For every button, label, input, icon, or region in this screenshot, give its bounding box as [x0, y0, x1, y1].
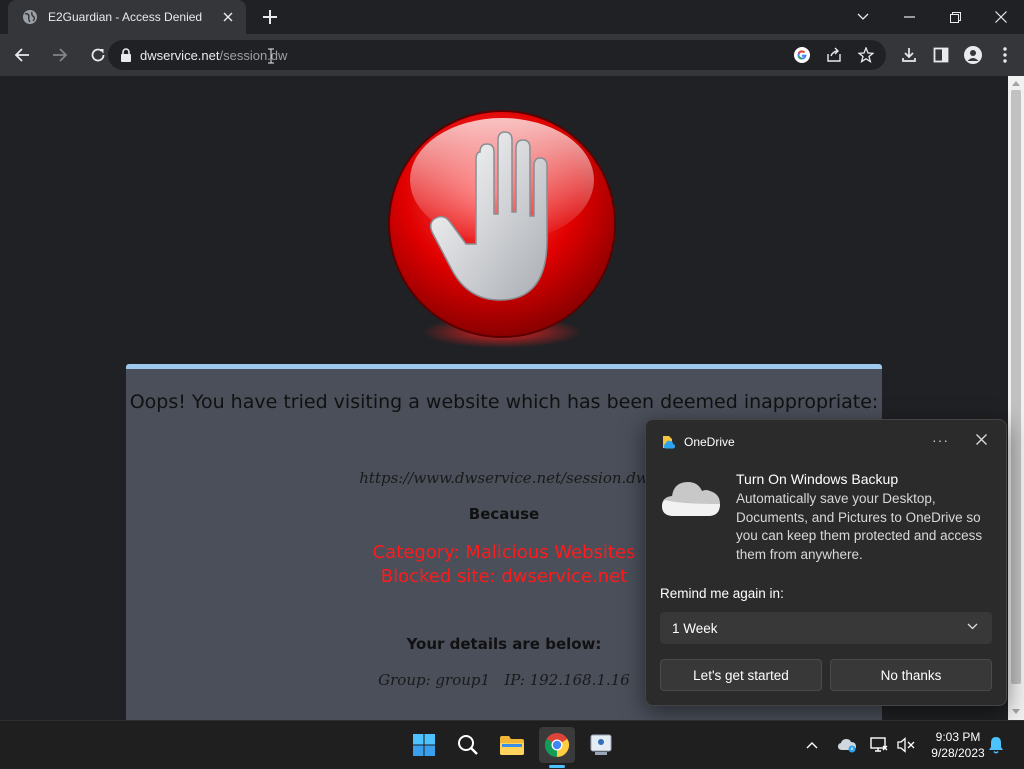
volume-muted-icon[interactable]: [894, 737, 918, 753]
download-icon[interactable]: [896, 39, 922, 71]
remote-desktop-button[interactable]: [583, 727, 619, 763]
tab-close-icon[interactable]: [220, 9, 236, 25]
onedrive-notification: OneDrive ··· Turn On Windows Backup Auto…: [645, 419, 1007, 706]
chrome-icon: [544, 733, 570, 757]
tab-search-button[interactable]: [840, 0, 886, 34]
bookmark-star-icon[interactable]: [856, 45, 876, 65]
back-button[interactable]: [6, 39, 38, 71]
get-started-button[interactable]: Let's get started: [660, 659, 822, 691]
notification-app-name: OneDrive: [684, 435, 735, 449]
no-thanks-button[interactable]: No thanks: [830, 659, 992, 691]
side-panel-icon[interactable]: [928, 39, 954, 71]
tab-title: E2Guardian - Access Denied: [48, 10, 203, 24]
forward-button[interactable]: [44, 39, 76, 71]
search-button[interactable]: [450, 727, 486, 763]
scroll-down-arrow-icon[interactable]: [1012, 709, 1020, 714]
folder-icon: [500, 736, 524, 755]
chevron-up-icon: [806, 742, 818, 749]
notification-title: Turn On Windows Backup: [736, 471, 899, 487]
remind-label: Remind me again in:: [660, 586, 784, 601]
close-icon: [975, 433, 987, 445]
notification-more-options[interactable]: ···: [932, 432, 949, 448]
close-icon: [995, 11, 1007, 23]
arrow-right-icon: [53, 48, 68, 62]
notification-app-header: OneDrive: [660, 434, 735, 450]
show-hidden-icons-button[interactable]: [800, 741, 824, 749]
system-tray: [800, 721, 918, 769]
restore-icon: [949, 11, 961, 23]
clock-time: 9:03 PM: [935, 730, 981, 744]
cloud-icon: [662, 482, 720, 516]
address-bar[interactable]: dwservice.net/session.dw: [108, 40, 886, 70]
system-clock[interactable]: 9:03 PM 9/28/2023: [920, 729, 996, 761]
profile-avatar-icon[interactable]: [960, 39, 986, 71]
notification-body: Automatically save your Desktop, Documen…: [736, 491, 983, 562]
search-icon: [458, 735, 478, 755]
reload-icon: [91, 48, 105, 62]
scroll-up-arrow-icon[interactable]: [1012, 81, 1020, 86]
url-path: /session.dw: [219, 47, 288, 63]
remind-interval-value: 1 Week: [672, 620, 718, 636]
minimize-icon: [903, 16, 915, 18]
chrome-taskbar-button[interactable]: [539, 727, 575, 763]
google-lens-icon[interactable]: [792, 45, 812, 65]
new-tab-button[interactable]: [258, 5, 282, 29]
onedrive-tray-icon[interactable]: [832, 737, 862, 753]
tab-strip: E2Guardian - Access Denied: [0, 0, 1024, 34]
restore-button[interactable]: [932, 0, 978, 34]
scrollbar-thumb[interactable]: [1011, 90, 1021, 684]
clock-date: 9/28/2023: [931, 746, 985, 760]
page-heading: Oops! You have tried visiting a website …: [129, 391, 879, 413]
start-button[interactable]: [406, 727, 442, 763]
globe-icon: [23, 10, 37, 24]
chevron-down-icon: [967, 623, 978, 630]
close-window-button[interactable]: [978, 0, 1024, 34]
stop-hand-icon: [388, 110, 618, 350]
lock-icon[interactable]: [120, 48, 132, 62]
onedrive-app-icon: [663, 436, 675, 449]
bell-icon: [989, 737, 1003, 754]
remote-desktop-icon: [590, 734, 612, 755]
remind-interval-select[interactable]: 1 Week: [660, 612, 992, 644]
notification-close-button[interactable]: [972, 430, 990, 448]
vertical-scrollbar[interactable]: [1008, 76, 1024, 720]
text-cursor-icon: [268, 48, 274, 64]
chevron-down-icon: [857, 13, 869, 20]
plus-icon: [263, 10, 277, 24]
minimize-button[interactable]: [886, 0, 932, 34]
url-host: dwservice.net: [140, 47, 220, 63]
network-icon[interactable]: [864, 737, 894, 753]
windows-logo-icon: [413, 734, 435, 756]
browser-tab[interactable]: E2Guardian - Access Denied: [8, 0, 246, 34]
share-icon[interactable]: [824, 45, 844, 65]
notification-center-button[interactable]: [988, 721, 1004, 769]
arrow-left-icon: [14, 48, 29, 62]
windows-taskbar: 9:03 PM 9/28/2023: [0, 720, 1024, 768]
file-explorer-button[interactable]: [494, 727, 530, 763]
more-menu-icon[interactable]: [992, 39, 1018, 71]
